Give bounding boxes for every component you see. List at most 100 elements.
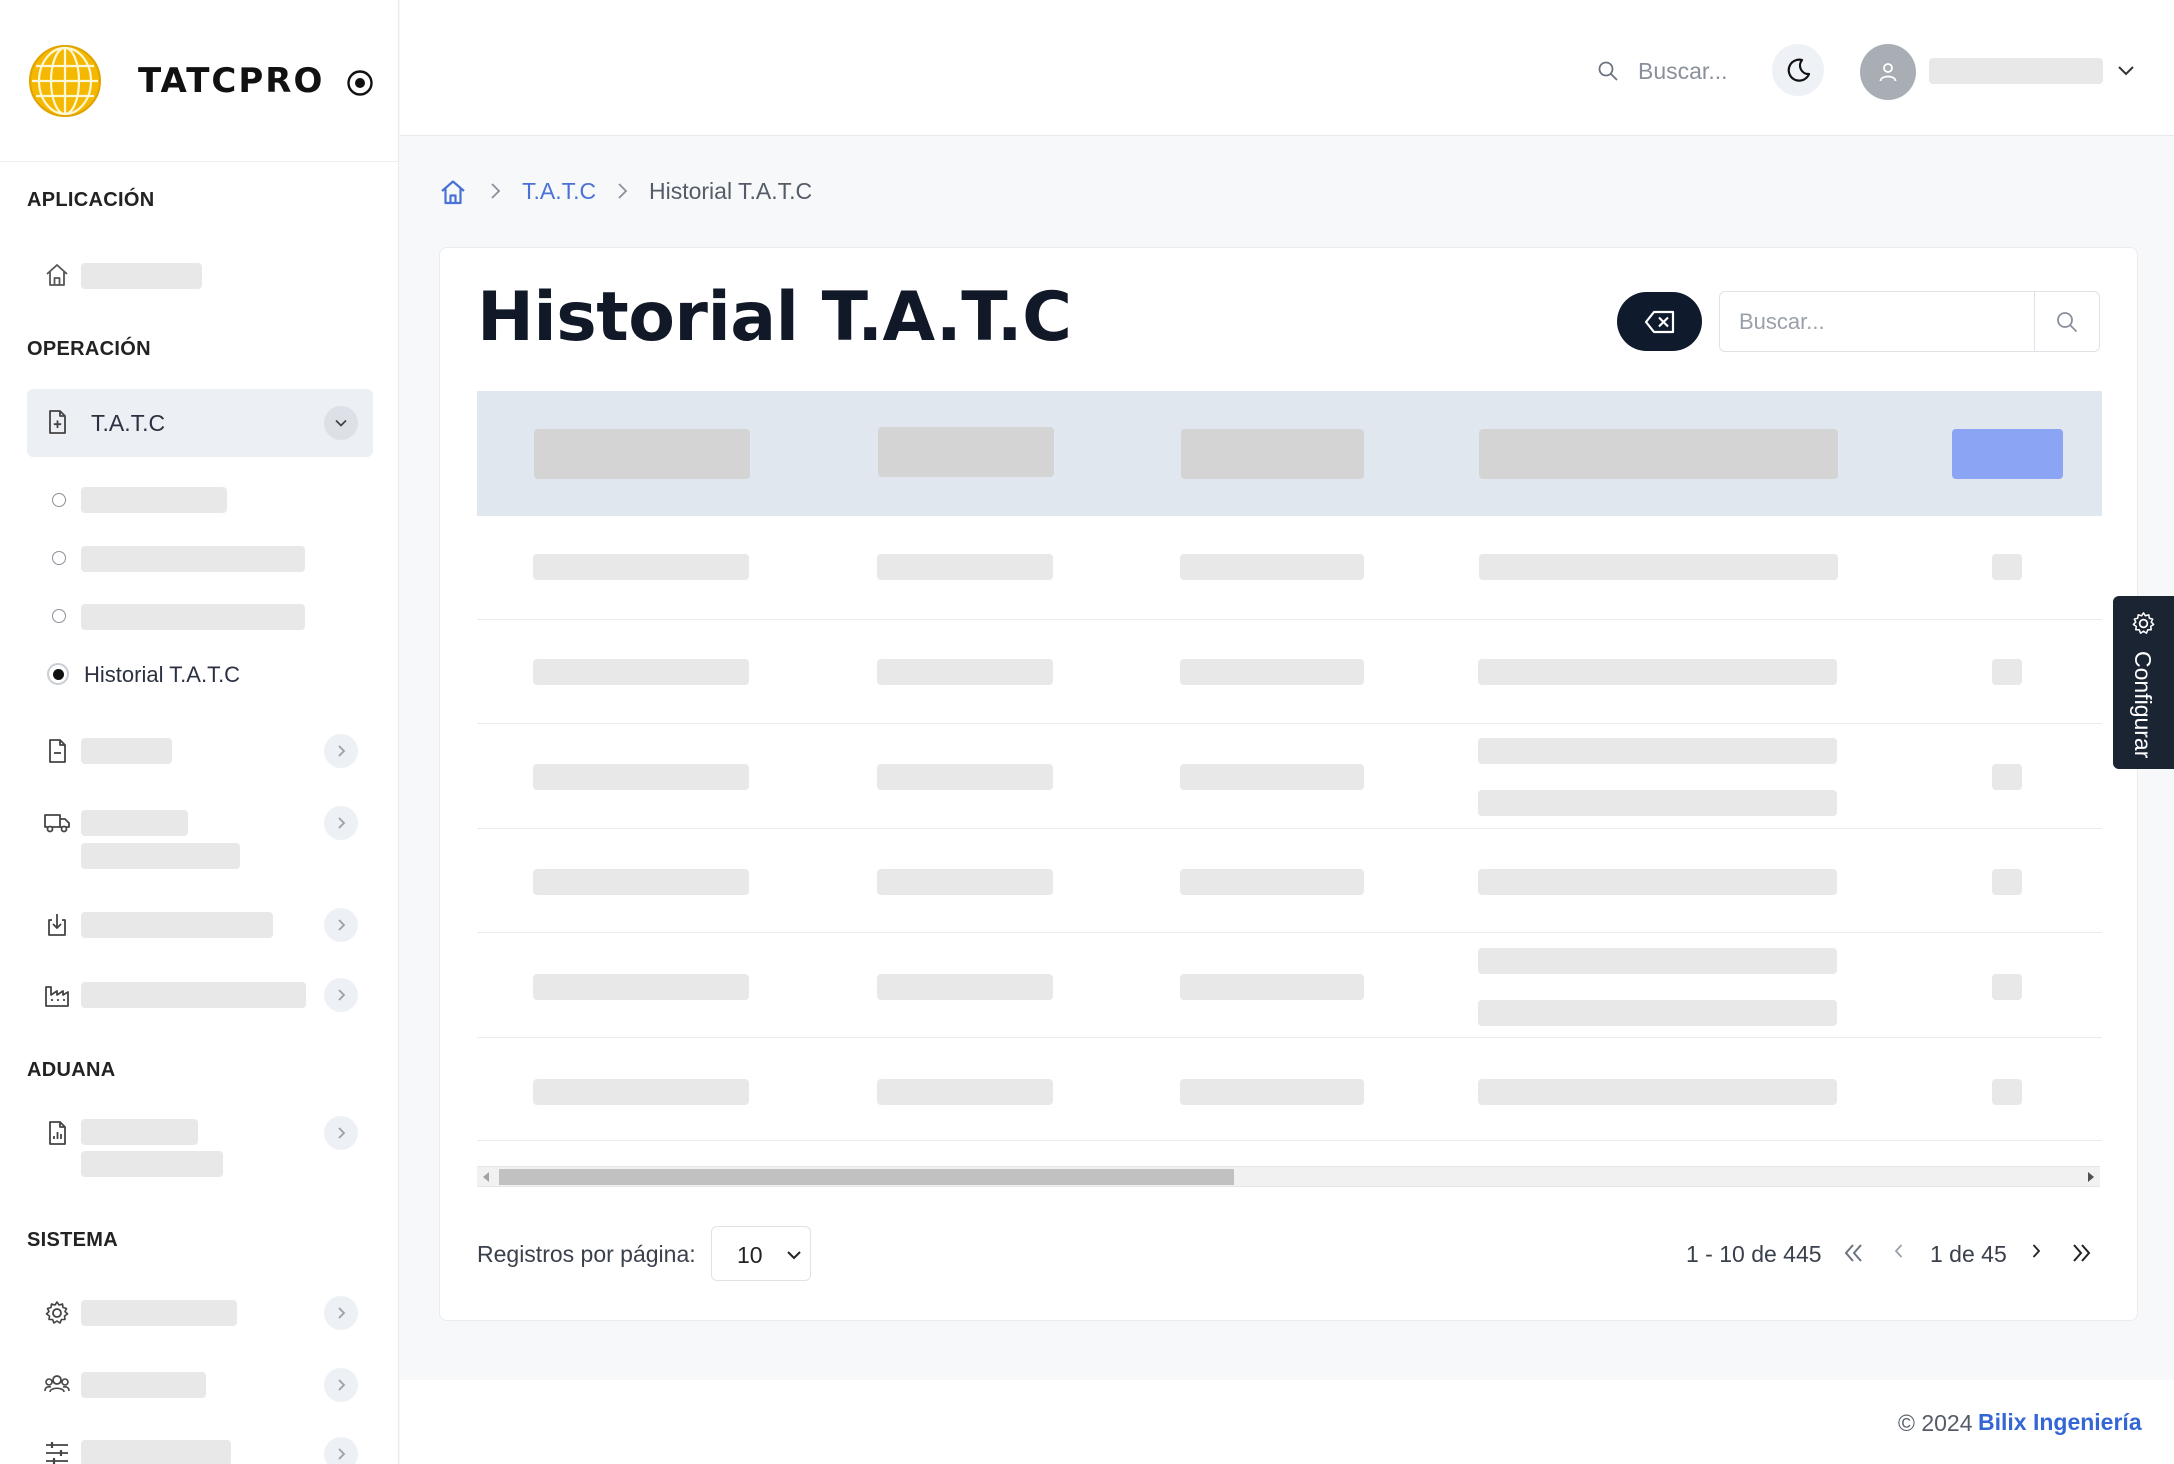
subitem-3[interactable] bbox=[81, 604, 305, 630]
chevron-right-icon[interactable] bbox=[324, 908, 358, 942]
sidebar-toggle-icon[interactable] bbox=[346, 69, 374, 97]
table-cell-skeleton bbox=[1478, 1000, 1837, 1026]
first-page-button[interactable] bbox=[1838, 1238, 1868, 1268]
chevron-right-icon[interactable] bbox=[324, 978, 358, 1012]
table-cell-skeleton bbox=[1479, 554, 1838, 580]
nav-item-dashboard[interactable] bbox=[81, 263, 202, 289]
nav-item-customs-line2 bbox=[81, 1151, 223, 1177]
chevron-right-icon[interactable] bbox=[324, 734, 358, 768]
table-cell-skeleton bbox=[877, 974, 1053, 1000]
theme-toggle-button[interactable] bbox=[1772, 44, 1824, 96]
table-cell-skeleton bbox=[877, 1079, 1053, 1105]
table-cell-skeleton bbox=[1992, 1079, 2022, 1105]
chevron-right-icon[interactable] bbox=[324, 806, 358, 840]
table-search bbox=[1719, 291, 2100, 352]
section-label-customs: ADUANA bbox=[27, 1059, 116, 1081]
next-page-button[interactable] bbox=[2021, 1236, 2051, 1266]
home-icon bbox=[46, 264, 68, 286]
table-cell-skeleton bbox=[1180, 554, 1364, 580]
search-icon[interactable] bbox=[1597, 60, 1619, 82]
table-cell-skeleton bbox=[1180, 974, 1364, 1000]
section-label-system: SISTEMA bbox=[27, 1229, 118, 1251]
table-cell-skeleton bbox=[1992, 659, 2022, 685]
column-header-skeleton bbox=[1181, 429, 1364, 479]
table-cell-skeleton bbox=[1992, 764, 2022, 790]
subitem-bullet-icon bbox=[52, 551, 66, 565]
column-header-skeleton bbox=[534, 429, 750, 479]
row-divider bbox=[477, 828, 2102, 829]
table-cell-skeleton bbox=[1478, 1079, 1837, 1105]
avatar[interactable] bbox=[1860, 44, 1916, 100]
user-name[interactable] bbox=[1929, 58, 2103, 84]
chevron-right-icon[interactable] bbox=[324, 1437, 358, 1464]
logo-row: TATCPRO bbox=[0, 0, 398, 162]
table-cell-skeleton bbox=[533, 974, 749, 1000]
chevron-down-icon bbox=[787, 1251, 801, 1260]
search-input[interactable] bbox=[1720, 292, 2036, 351]
gear-icon bbox=[45, 1301, 69, 1324]
user-icon bbox=[1879, 63, 1897, 82]
last-page-button[interactable] bbox=[2067, 1238, 2097, 1268]
table-cell-skeleton bbox=[877, 659, 1053, 685]
chevron-right-icon[interactable] bbox=[324, 1368, 358, 1402]
factory-icon bbox=[45, 986, 69, 1007]
chevron-right-icon bbox=[2032, 1244, 2041, 1258]
per-page-select[interactable]: 10 bbox=[711, 1226, 811, 1281]
table-cell-skeleton bbox=[1180, 869, 1364, 895]
chevron-right-icon[interactable] bbox=[324, 1296, 358, 1330]
global-search-trigger[interactable]: Buscar... bbox=[1638, 58, 1727, 85]
company-link[interactable]: Bilix Ingeniería bbox=[1978, 1409, 2142, 1436]
subitem-1[interactable] bbox=[81, 487, 227, 513]
horizontal-scrollbar[interactable] bbox=[477, 1166, 2100, 1187]
table-cell-skeleton bbox=[1180, 764, 1364, 790]
page-title: Historial T.A.T.C bbox=[477, 278, 1072, 357]
table-cell-skeleton bbox=[1478, 659, 1837, 685]
column-header-actions-skeleton bbox=[1952, 429, 2063, 479]
breadcrumb-home-icon[interactable] bbox=[439, 178, 467, 206]
copyright-text: © 2024 bbox=[1898, 1410, 1973, 1436]
table-cell-skeleton bbox=[1180, 659, 1364, 685]
nav-item-transport-line2 bbox=[81, 843, 240, 869]
scroll-left-arrow-icon[interactable] bbox=[483, 1172, 489, 1182]
subitem-bullet-icon bbox=[52, 493, 66, 507]
row-divider bbox=[477, 1037, 2102, 1038]
current-page: 1 de 45 bbox=[1930, 1241, 2007, 1267]
nav-item-transport[interactable] bbox=[81, 810, 188, 836]
table-cell-skeleton bbox=[1478, 869, 1837, 895]
users-icon bbox=[44, 1375, 70, 1393]
chevron-right-icon[interactable] bbox=[324, 1116, 358, 1150]
nav-item-documents[interactable] bbox=[81, 738, 172, 764]
chevron-down-icon[interactable] bbox=[324, 406, 358, 440]
scroll-right-arrow-icon[interactable] bbox=[2088, 1172, 2094, 1182]
scrollbar-thumb[interactable] bbox=[499, 1169, 1234, 1185]
breadcrumb-link[interactable]: T.A.T.C bbox=[522, 178, 596, 205]
nav-item-users[interactable] bbox=[81, 1372, 206, 1398]
table-cell-skeleton bbox=[1478, 738, 1837, 764]
table-cell-skeleton bbox=[877, 554, 1053, 580]
nav-item-preferences[interactable] bbox=[81, 1440, 231, 1464]
table-cell-skeleton bbox=[1478, 948, 1837, 974]
chevrons-left-icon bbox=[1844, 1244, 1862, 1262]
nav-item-settings[interactable] bbox=[81, 1300, 237, 1326]
table-cell-skeleton bbox=[1992, 554, 2022, 580]
clear-filter-button[interactable] bbox=[1617, 292, 1702, 351]
gear-icon bbox=[2132, 612, 2155, 634]
table-cell-skeleton bbox=[533, 554, 749, 580]
chevron-right-icon bbox=[618, 183, 628, 199]
subitem-bullet-icon bbox=[52, 609, 66, 623]
backspace-icon bbox=[1644, 310, 1674, 333]
nav-item-warehouse[interactable] bbox=[81, 982, 306, 1008]
subitem-historial-tatc[interactable]: Historial T.A.T.C bbox=[84, 662, 240, 688]
sidebar: TATCPRO APLICACIÓN OPERACIÓN T.A.T.C His… bbox=[0, 0, 399, 1464]
configure-tab[interactable]: Configurar bbox=[2113, 596, 2174, 769]
column-header-skeleton bbox=[878, 427, 1054, 477]
table-cell-skeleton bbox=[877, 764, 1053, 790]
row-divider bbox=[477, 723, 2102, 724]
previous-page-button[interactable] bbox=[1884, 1236, 1914, 1266]
subitem-2[interactable] bbox=[81, 546, 305, 572]
chevron-down-icon[interactable] bbox=[2114, 58, 2138, 82]
search-button[interactable] bbox=[2034, 292, 2099, 351]
nav-item-tatc[interactable] bbox=[27, 389, 373, 457]
nav-item-customs[interactable] bbox=[81, 1119, 198, 1145]
nav-item-receipt[interactable] bbox=[81, 912, 273, 938]
